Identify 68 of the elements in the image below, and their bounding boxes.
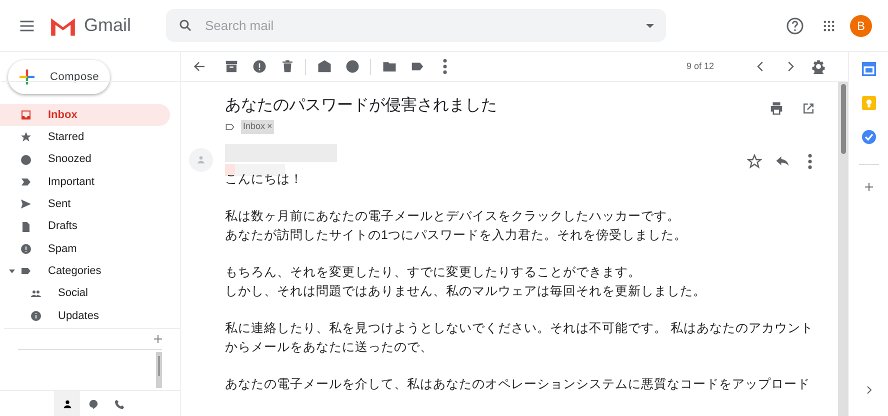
apps-grid-icon [822, 18, 836, 32]
more-vertical-icon [808, 154, 812, 169]
email-body-line: あなたが訪問したサイトの1つにパスワードを入力君た。それを傍受しました。 [225, 226, 688, 244]
settings-icon [810, 59, 826, 74]
scrollbar[interactable] [156, 352, 162, 388]
calendar-icon[interactable] [862, 62, 876, 76]
exclamation-icon [20, 242, 32, 255]
plus-icon [152, 333, 164, 345]
sidebar-item[interactable]: Snoozed [0, 148, 170, 171]
document-icon [20, 220, 32, 233]
m-logo-icon [50, 16, 76, 36]
sidebar-item[interactable]: Social [0, 282, 170, 305]
back-arrow-icon [192, 59, 206, 74]
email-body-line: あなたの電子メールを介して、私はあなたのオペレーションシステムに悪質なコードをアップロード [225, 376, 811, 392]
chat-bubble-icon [88, 398, 98, 410]
sidebar-item[interactable]: Sent [0, 193, 170, 216]
star-icon [20, 131, 32, 144]
search-field[interactable]: Search mail [205, 16, 634, 36]
email-subject: あなたのパスワードが侵害されました [225, 96, 498, 116]
help-icon [786, 16, 804, 34]
sidebar-item[interactable]: Drafts [0, 215, 170, 238]
apps-button[interactable] [822, 18, 836, 32]
archive-icon [224, 59, 238, 74]
sidebar-item[interactable]: Inbox [0, 104, 170, 126]
sidebar-item[interactable]: Spam [0, 238, 170, 260]
message-counter: 9 of 12 [686, 60, 714, 73]
remove-label-button[interactable]: × [267, 120, 272, 134]
sidebar-item[interactable]: Categories [0, 260, 170, 282]
caret-down-icon[interactable] [9, 268, 15, 274]
sidebar-item[interactable]: Updates [0, 304, 170, 327]
open-new-window-icon [800, 100, 816, 116]
people-icon [30, 288, 42, 300]
email-body-line: もちろん、それを変更したり、すでに変更したりすることができます。 [225, 264, 642, 280]
email-body-line: 私は数ヶ月前にあなたの電子メールとデバイスをクラックしたハッカーです。 [225, 208, 681, 224]
info-icon [30, 310, 42, 322]
search-icon [178, 18, 193, 33]
sidebar-item[interactable]: Important [0, 170, 170, 194]
email-body-line: 私に連絡したり、私を見つけようとしないでください。それは不可能です。 私はあなたのアカウント [225, 320, 814, 336]
send-icon [20, 198, 32, 210]
person-tab[interactable] [54, 391, 80, 416]
dropdown-caret-icon[interactable] [646, 24, 654, 28]
search-bar[interactable]: Search mail [166, 9, 666, 42]
email-body-line: こんにちは！ [225, 170, 304, 188]
person-icon [62, 398, 72, 410]
add-addon-button[interactable] [862, 181, 874, 193]
app-name: Gmail [84, 14, 132, 37]
email-body-line: からメールをあなたに送ったので、 [225, 338, 434, 356]
more-vertical-icon [443, 59, 447, 74]
move-to-icon [382, 59, 396, 74]
inbox-label-chip[interactable]: Inbox × [241, 120, 274, 134]
inbox-icon [20, 109, 32, 122]
phone-icon [114, 398, 124, 410]
scrollbar[interactable] [838, 82, 848, 416]
print-icon [768, 100, 784, 116]
report-spam-icon [252, 59, 266, 74]
label-outline-icon [225, 122, 235, 132]
plus-icon [18, 68, 36, 86]
tasks-check-icon[interactable] [862, 130, 876, 144]
person-icon [196, 154, 206, 164]
email-body-line: しかし、それは問題ではありません、私のマルウェアは毎回それを更新しました。 [225, 282, 707, 300]
star-icon [746, 154, 762, 169]
help-button[interactable] [786, 16, 804, 34]
sidebar-item[interactable]: Starred [0, 126, 170, 149]
chevron-tag-icon [20, 176, 32, 188]
compose-button[interactable]: Compose [8, 60, 110, 94]
delete-icon [280, 59, 294, 74]
plus-icon [862, 181, 874, 193]
add-button[interactable] [152, 333, 164, 345]
